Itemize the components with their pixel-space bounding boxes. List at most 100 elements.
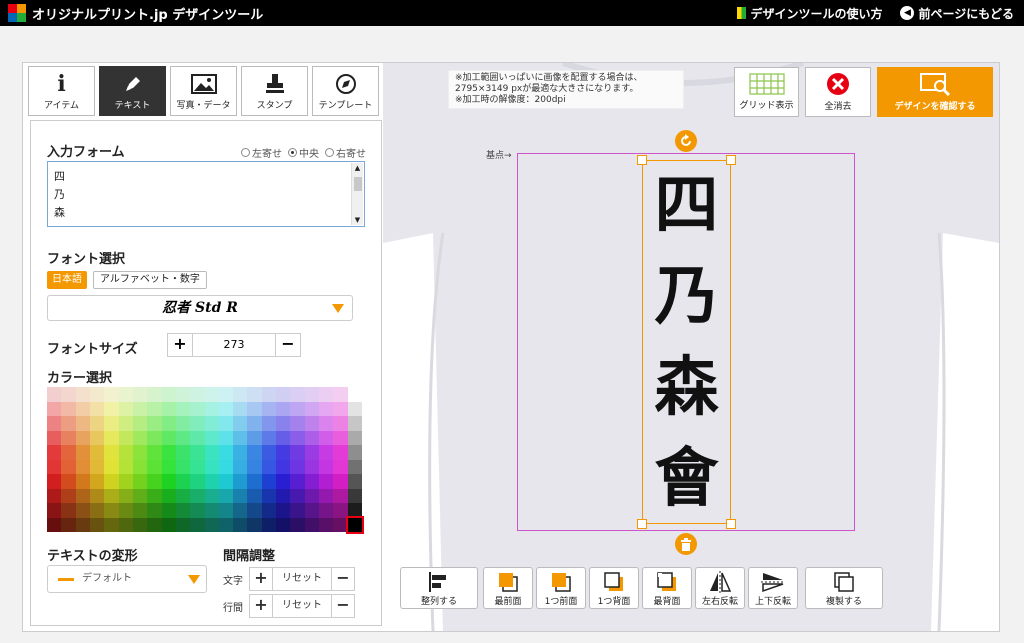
color-swatch[interactable] (132, 488, 148, 503)
color-swatch[interactable] (47, 416, 62, 431)
color-swatch[interactable] (161, 459, 176, 474)
color-swatch[interactable] (319, 459, 334, 474)
color-swatch[interactable] (247, 387, 262, 402)
color-swatch[interactable] (290, 416, 305, 431)
color-swatch[interactable] (61, 503, 76, 518)
color-swatch[interactable] (290, 459, 305, 474)
color-swatch[interactable] (175, 401, 191, 416)
color-swatch[interactable] (247, 459, 262, 474)
color-swatch[interactable] (276, 416, 291, 431)
color-swatch[interactable] (175, 474, 191, 489)
color-swatch[interactable] (319, 474, 334, 489)
color-swatch[interactable] (304, 416, 320, 431)
color-swatch[interactable] (276, 401, 291, 416)
delete-button[interactable] (675, 533, 697, 555)
color-swatch[interactable] (333, 503, 348, 518)
color-swatch[interactable] (276, 445, 291, 460)
tab-item[interactable]: i アイテム (28, 66, 95, 116)
color-swatch[interactable] (218, 401, 234, 416)
color-swatch[interactable] (75, 430, 90, 445)
color-swatch[interactable] (104, 401, 119, 416)
color-swatch[interactable] (190, 430, 205, 445)
color-swatch[interactable] (261, 488, 277, 503)
color-swatch[interactable] (132, 459, 148, 474)
color-swatch[interactable] (276, 430, 291, 445)
color-swatch[interactable] (233, 459, 248, 474)
color-swatch[interactable] (204, 416, 219, 431)
color-swatch[interactable] (247, 416, 262, 431)
color-swatch[interactable] (276, 488, 291, 503)
color-swatch[interactable] (104, 459, 119, 474)
color-swatch[interactable] (304, 387, 320, 402)
color-swatch[interactable] (75, 459, 90, 474)
color-swatch[interactable] (104, 387, 119, 402)
flip-horizontal-button[interactable]: 左右反転 (695, 567, 745, 609)
color-swatch[interactable] (218, 430, 234, 445)
text-input-area[interactable]: 四 乃 森 ▲ ▼ (47, 161, 365, 227)
color-swatch[interactable] (89, 387, 105, 402)
color-swatch[interactable] (175, 430, 191, 445)
resize-handle-tl[interactable] (637, 155, 647, 165)
textarea-scrollbar[interactable]: ▲ ▼ (351, 163, 363, 225)
color-swatch[interactable] (247, 503, 262, 518)
line-spacing-minus-button[interactable]: − (332, 595, 354, 617)
color-swatch[interactable] (247, 474, 262, 489)
char-spacing-reset-button[interactable]: リセット (272, 568, 332, 590)
color-swatch[interactable] (175, 445, 191, 460)
color-swatch[interactable] (75, 474, 90, 489)
color-swatch[interactable] (247, 488, 262, 503)
color-swatch[interactable] (204, 445, 219, 460)
resize-handle-tr[interactable] (726, 155, 736, 165)
color-swatch[interactable] (132, 401, 148, 416)
color-swatch[interactable] (75, 488, 90, 503)
color-swatch[interactable] (276, 474, 291, 489)
color-swatch[interactable] (89, 401, 105, 416)
color-swatch[interactable] (276, 387, 291, 402)
tab-text[interactable]: テキスト (99, 66, 166, 116)
color-swatch[interactable] (276, 517, 291, 532)
color-swatch[interactable] (319, 488, 334, 503)
color-swatch[interactable] (247, 430, 262, 445)
color-swatch[interactable] (61, 416, 76, 431)
color-swatch[interactable] (233, 503, 248, 518)
color-swatch[interactable] (347, 430, 362, 445)
color-swatch[interactable] (347, 459, 362, 474)
color-swatch[interactable] (247, 445, 262, 460)
color-swatch[interactable] (104, 474, 119, 489)
color-swatch[interactable] (218, 474, 234, 489)
color-swatch[interactable] (190, 401, 205, 416)
color-swatch[interactable] (290, 474, 305, 489)
tab-stamp[interactable]: スタンプ (241, 66, 308, 116)
help-link[interactable]: デザインツールの使い方 (737, 5, 882, 22)
scroll-up-icon[interactable]: ▲ (352, 163, 363, 173)
color-swatch[interactable] (290, 488, 305, 503)
color-swatch[interactable] (118, 430, 133, 445)
color-swatch[interactable] (247, 401, 262, 416)
color-swatch[interactable] (118, 401, 133, 416)
color-swatch[interactable] (61, 517, 76, 532)
color-swatch[interactable] (147, 430, 162, 445)
color-swatch[interactable] (247, 517, 262, 532)
color-swatch[interactable] (132, 416, 148, 431)
color-swatch[interactable] (190, 416, 205, 431)
color-swatch[interactable] (347, 488, 362, 503)
color-swatch[interactable] (132, 387, 148, 402)
color-swatch[interactable] (261, 503, 277, 518)
color-swatch[interactable] (204, 387, 219, 402)
color-swatch[interactable] (319, 503, 334, 518)
color-swatch[interactable] (290, 445, 305, 460)
color-swatch[interactable] (233, 517, 248, 532)
font-size-plus-button[interactable]: + (168, 334, 192, 356)
color-swatch[interactable] (261, 445, 277, 460)
color-swatch[interactable] (104, 445, 119, 460)
color-swatch[interactable] (333, 430, 348, 445)
scroll-down-icon[interactable]: ▼ (352, 215, 363, 225)
color-swatch[interactable] (204, 430, 219, 445)
color-swatch[interactable] (161, 387, 176, 402)
color-swatch[interactable] (233, 430, 248, 445)
color-swatch[interactable] (333, 445, 348, 460)
color-swatch[interactable] (347, 474, 362, 489)
color-swatch[interactable] (118, 474, 133, 489)
color-swatch[interactable] (347, 387, 362, 402)
color-swatch[interactable] (218, 445, 234, 460)
